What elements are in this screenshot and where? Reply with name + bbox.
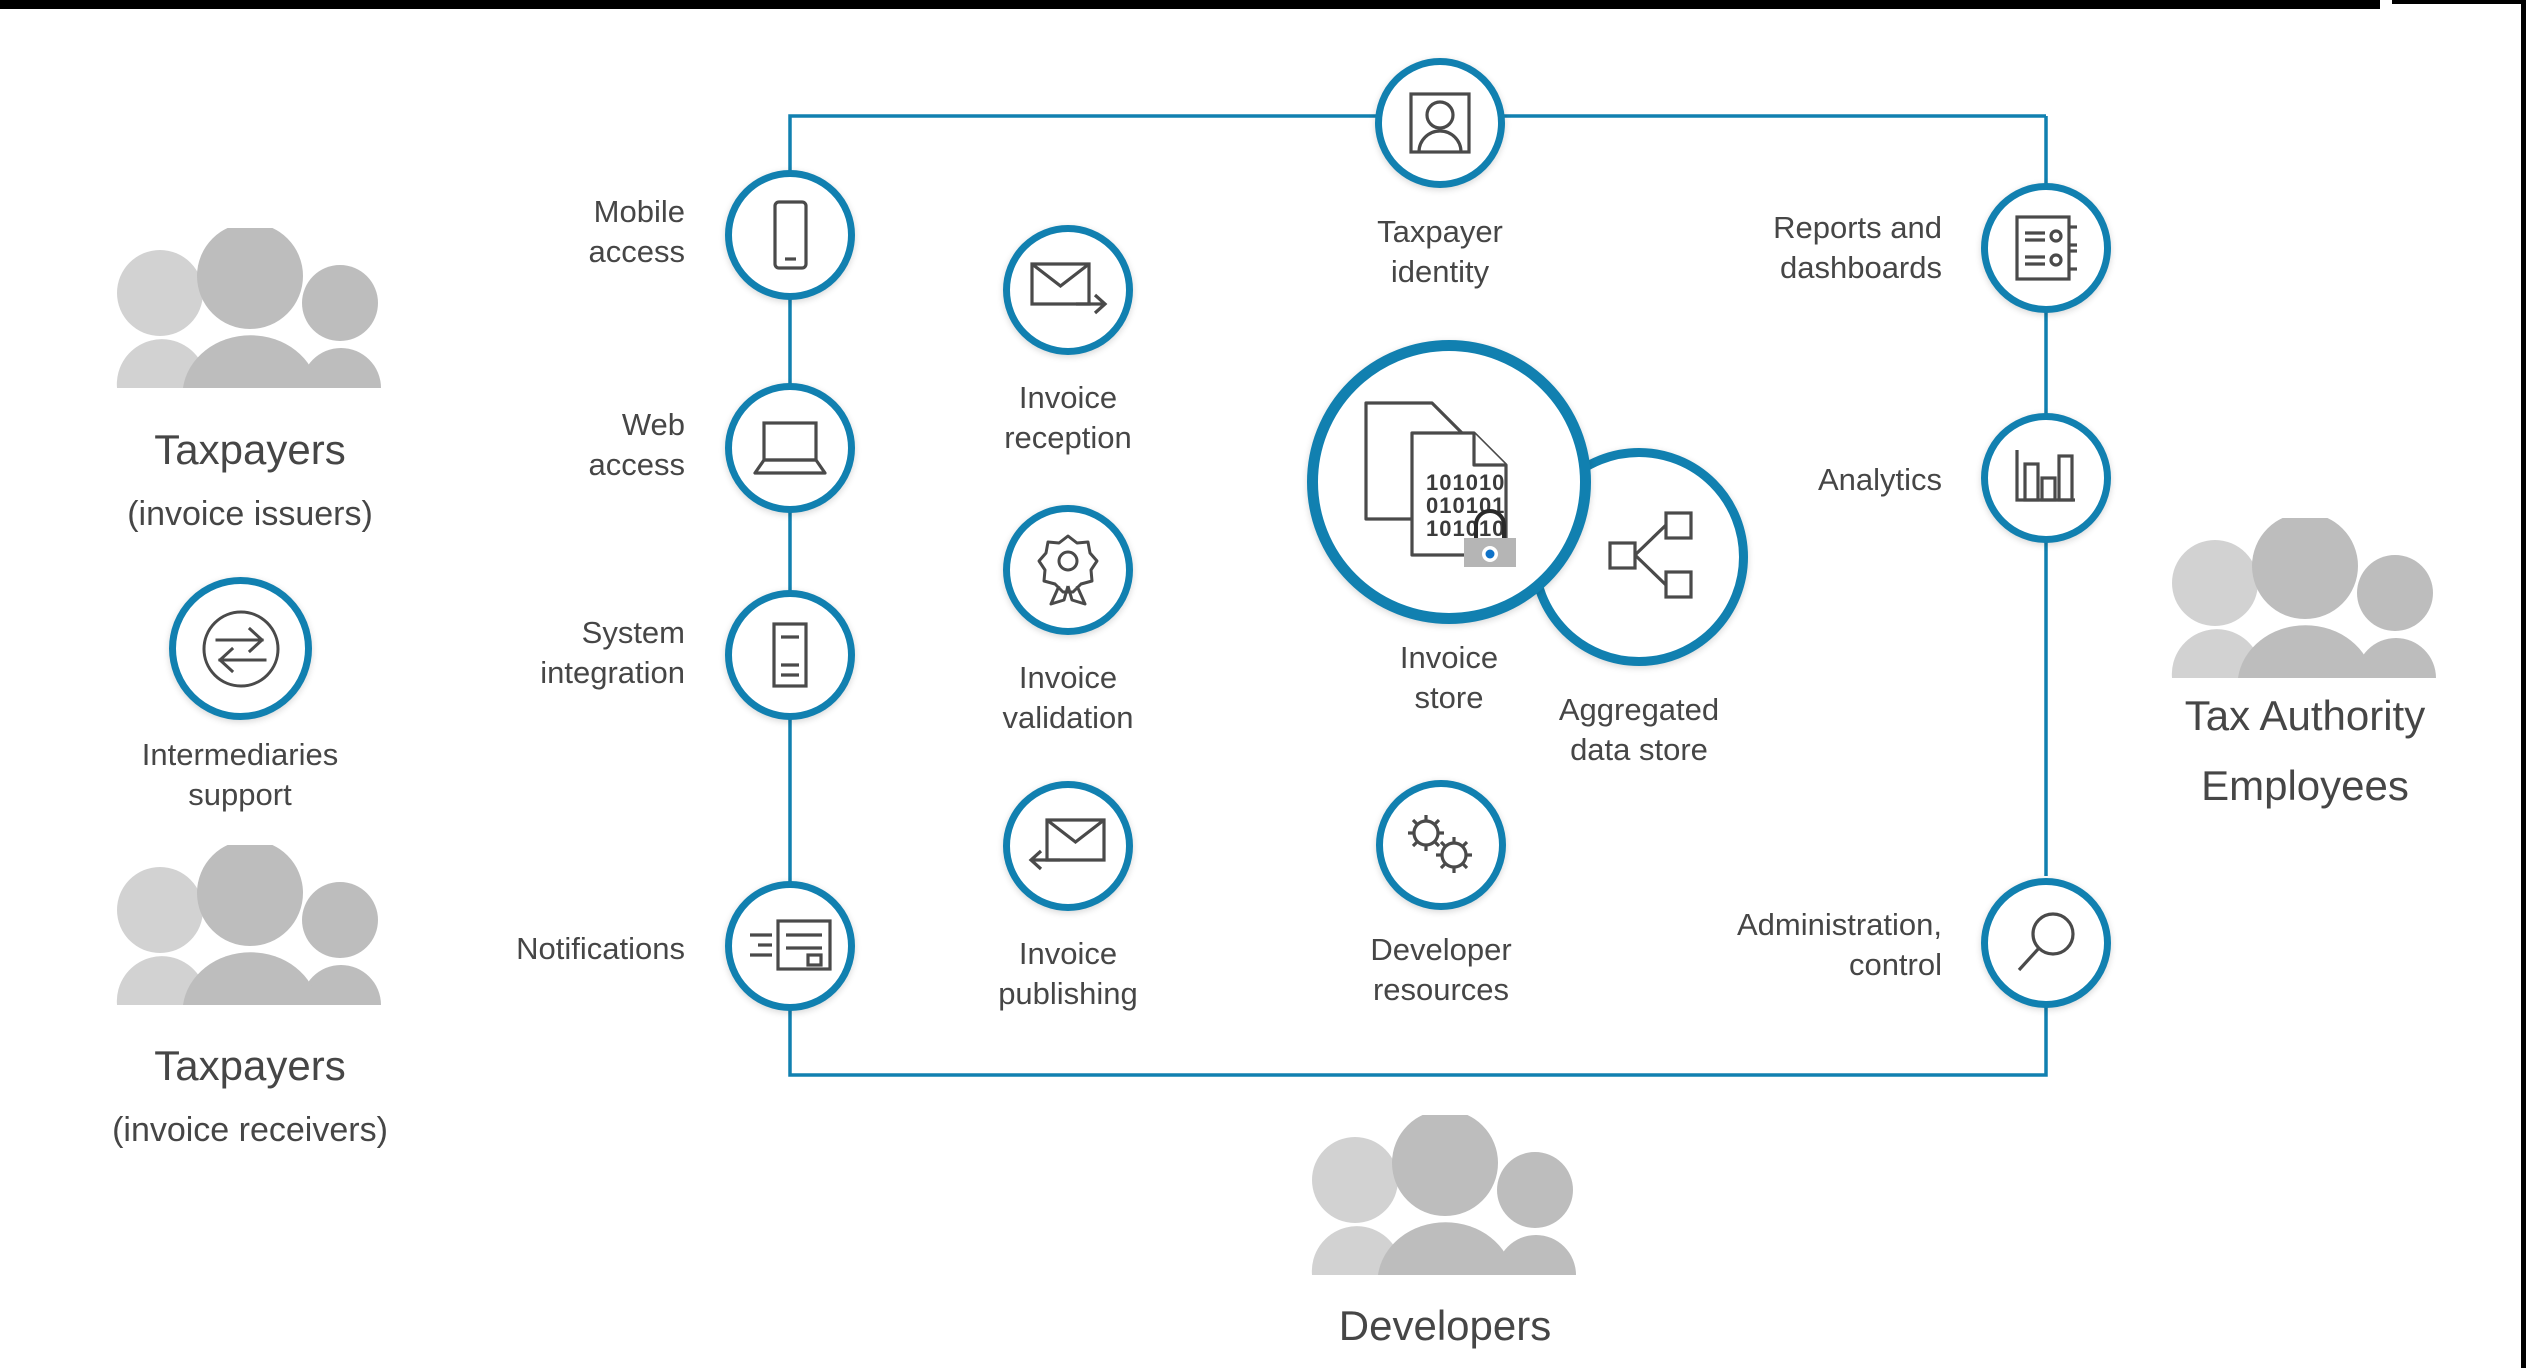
notifications-label: Notifications xyxy=(516,931,685,966)
reports-dashboards-circle[interactable] xyxy=(1981,183,2111,313)
taxpayers-receivers-label: Taxpayers (invoice receivers) xyxy=(20,1020,480,1171)
developers-label: Developers xyxy=(1245,1280,1645,1368)
intermediaries-support-label: Intermediaries support xyxy=(141,737,339,813)
notification-card-icon xyxy=(750,919,832,971)
magnifier-icon xyxy=(2017,912,2075,972)
system-integration-circle[interactable] xyxy=(725,590,855,720)
svg-text:101010: 101010 xyxy=(1426,516,1505,541)
analytics-circle[interactable] xyxy=(1981,413,2111,543)
analytics-label: Analytics xyxy=(1817,462,1942,497)
tax-authority-title: Tax Authority xyxy=(2184,691,2426,739)
taxpayer-identity-label: Taxpayer identity xyxy=(1377,214,1503,290)
invoice-store-label: Invoice store xyxy=(1399,640,1499,716)
invoice-store-circle[interactable]: 101010 010101 101010 xyxy=(1307,340,1591,624)
share-nodes-icon xyxy=(1608,511,1693,599)
system-integration-label: System integration xyxy=(540,615,685,691)
gears-icon xyxy=(1408,815,1472,873)
taxpayers-issuers-icon xyxy=(105,223,395,388)
mobile-access-label: Mobile access xyxy=(588,194,685,270)
envelope-arrow-left-icon xyxy=(1028,818,1106,871)
tax-authority-employees-label: Tax Authority Employees xyxy=(2090,670,2520,831)
taxpayers-receivers-subtitle: (invoice receivers) xyxy=(112,1111,388,1150)
exchange-arrows-icon xyxy=(202,610,279,687)
svg-text:010101: 010101 xyxy=(1426,493,1505,518)
mobile-access-circle[interactable] xyxy=(725,170,855,300)
invoice-validation-label: Invoice validation xyxy=(1002,660,1134,736)
administration-control-label: Administration, control xyxy=(1736,907,1942,983)
developer-resources-label: Developer resources xyxy=(1370,932,1512,1008)
certificate-seal-icon xyxy=(1037,534,1099,606)
web-access-circle[interactable] xyxy=(725,383,855,513)
diagram-canvas: Taxpayers (invoice issuers) Intermediari… xyxy=(0,0,2526,1368)
administration-control-circle[interactable] xyxy=(1981,878,2111,1008)
reports-dashboards-label: Reports and dashboards xyxy=(1773,210,1942,286)
svg-text:101010: 101010 xyxy=(1426,470,1505,495)
taxpayers-receivers-icon xyxy=(105,840,395,1005)
web-access-label: Web access xyxy=(588,407,685,483)
tax-authority-employees-icon xyxy=(2160,513,2450,678)
tax-authority-subtitle: Employees xyxy=(2201,762,2409,810)
intermediaries-support-circle[interactable] xyxy=(169,577,312,720)
envelope-arrow-right-icon xyxy=(1030,262,1108,315)
bar-chart-icon xyxy=(2015,450,2075,502)
taxpayer-identity-circle[interactable] xyxy=(1375,58,1505,188)
developers-title: Developers xyxy=(1338,1301,1552,1349)
developers-icon xyxy=(1300,1110,1590,1275)
laptop-icon xyxy=(753,421,827,475)
invoice-validation-circle[interactable] xyxy=(1003,505,1133,635)
taxpayers-receivers-title: Taxpayers xyxy=(154,1041,346,1089)
report-document-icon xyxy=(2015,215,2077,281)
person-id-badge-icon xyxy=(1409,92,1471,154)
invoice-reception-label: Invoice reception xyxy=(1004,380,1132,456)
secure-documents-icon: 101010 010101 101010 xyxy=(1364,401,1516,567)
invoice-reception-circle[interactable] xyxy=(1003,225,1133,355)
invoice-publishing-circle[interactable] xyxy=(1003,781,1133,911)
server-rack-icon xyxy=(772,622,808,688)
mobile-phone-icon xyxy=(773,200,808,270)
notifications-circle[interactable] xyxy=(725,881,855,1011)
invoice-publishing-label: Invoice publishing xyxy=(998,936,1138,1012)
taxpayers-issuers-subtitle: (invoice issuers) xyxy=(127,495,373,534)
developer-resources-circle[interactable] xyxy=(1376,780,1506,910)
